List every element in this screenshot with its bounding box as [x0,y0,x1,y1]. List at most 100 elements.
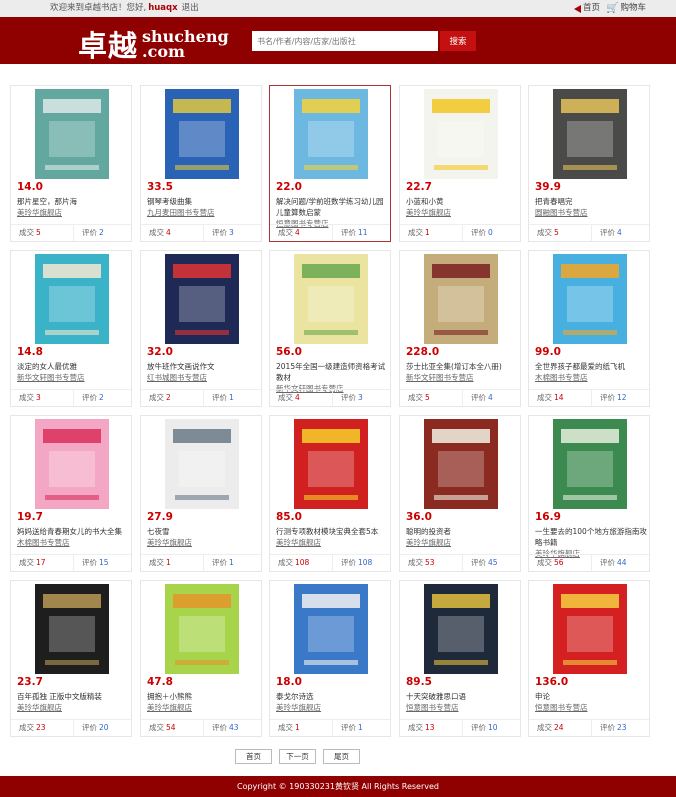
search-button[interactable]: 搜索 [440,31,476,51]
book-title[interactable]: 解决问题/学前班数学练习幼儿园儿童算数启蒙 [276,197,384,217]
reviews-count: 44 [617,558,627,567]
book-title[interactable]: 百年孤独 正版中文版精装 [17,692,102,701]
book-cover[interactable] [35,89,109,179]
home-link[interactable]: 首页 [574,0,600,17]
book-title[interactable]: 十天突破雅思口语 [406,692,466,701]
logout-link[interactable]: 退出 [182,3,199,13]
book-card[interactable]: 99.0 全世界孩子都最爱的纸飞机 木棉图书专营店 成交 14 评价 12 [528,250,650,407]
book-title[interactable]: 全世界孩子都最爱的纸飞机 [535,362,625,371]
book-card[interactable]: 85.0 行测专项教材模块宝典全套5本 美玲华旗舰店 成交 108 评价 108 [269,415,391,572]
book-card[interactable]: 18.0 泰戈尔诗选 美玲华旗舰店 成交 1 评价 1 [269,580,391,737]
book-card[interactable]: 56.0 2015年全国一级建造师资格考试教材 新华文轩图书专营店 成交 4 评价 3 [269,250,391,407]
book-title[interactable]: 拥抱＋小熊熊 [147,692,192,701]
book-card[interactable]: 14.0 那片星空，那片海 美玲华旗舰店 成交 5 评价 2 [10,85,132,242]
site-header: 卓越 shucheng.com 搜索 [0,17,676,64]
book-cover[interactable] [424,584,498,674]
book-cover[interactable] [165,419,239,509]
cart-link[interactable]: 🛒 购物车 [606,0,646,17]
book-price: 14.0 [17,181,43,193]
shop-link[interactable]: 美玲华旗舰店 [276,702,388,713]
shop-link[interactable]: 美玲华旗舰店 [406,537,518,548]
book-card[interactable]: 39.9 把青春唱完 圆融图书专营店 成交 5 评价 4 [528,85,650,242]
book-cover[interactable] [424,89,498,179]
book-title[interactable]: 钢琴考级曲集 [147,197,192,206]
book-title[interactable]: 小蓝和小黄 [406,197,444,206]
shop-link[interactable]: 红书城图书专营店 [147,372,259,383]
shop-link[interactable]: 美玲华旗舰店 [147,537,259,548]
book-cover[interactable] [165,89,239,179]
book-cover[interactable] [165,584,239,674]
shop-link[interactable]: 美玲华旗舰店 [406,207,518,218]
book-card[interactable]: 33.5 钢琴考级曲集 九月麦田图书专营店 成交 4 评价 3 [140,85,262,242]
book-card[interactable]: 228.0 莎士比亚全集(增订本全八册) 新华文轩图书专营店 成交 5 评价 4 [399,250,521,407]
book-title[interactable]: 行测专项教材模块宝典全套5本 [276,527,378,536]
book-cover[interactable] [294,419,368,509]
book-cover[interactable] [553,584,627,674]
book-title[interactable]: 七夜雪 [147,527,170,536]
book-card[interactable]: 32.0 放牛班作文画说作文 红书城图书专营店 成交 2 评价 1 [140,250,262,407]
book-title[interactable]: 莎士比亚全集(增订本全八册) [406,362,502,371]
book-cover[interactable] [553,419,627,509]
site-logo[interactable]: 卓越 shucheng .com [78,23,229,65]
book-card[interactable]: 36.0 聪明的投资者 美玲华旗舰店 成交 53 评价 45 [399,415,521,572]
last-page-button[interactable]: 尾页 [323,749,360,764]
deals-count: 4 [166,228,171,237]
shop-link[interactable]: 圆融图书专营店 [535,207,647,218]
book-price: 18.0 [276,676,302,688]
book-title[interactable]: 申论 [535,692,550,701]
book-title[interactable]: 妈妈送给青春期女儿的书大全集 [17,527,122,536]
book-card[interactable]: 22.7 小蓝和小黄 美玲华旗舰店 成交 1 评价 0 [399,85,521,242]
shop-link[interactable]: 美玲华旗舰店 [17,702,129,713]
book-title[interactable]: 聪明的投资者 [406,527,451,536]
book-cover[interactable] [294,584,368,674]
shop-link[interactable]: 新华文轩图书专营店 [406,372,518,383]
book-card[interactable]: 47.8 拥抱＋小熊熊 美玲华旗舰店 成交 54 评价 43 [140,580,262,737]
book-card[interactable]: 27.9 七夜雪 美玲华旗舰店 成交 1 评价 1 [140,415,262,572]
first-page-button[interactable]: 首页 [235,749,272,764]
book-title[interactable]: 泰戈尔诗选 [276,692,314,701]
next-page-button[interactable]: 下一页 [279,749,316,764]
book-card[interactable]: 89.5 十天突破雅思口语 恒意图书专营店 成交 13 评价 10 [399,580,521,737]
deals-label: 成交 [19,393,34,402]
book-cover[interactable] [294,89,368,179]
book-cover-image [35,254,109,344]
reviews-stat: 评价 3 [332,390,363,406]
shop-link[interactable]: 恒意图书专营店 [535,702,647,713]
shop-link[interactable]: 美玲华旗舰店 [276,537,388,548]
book-title[interactable]: 一生要去的100个地方旅游指南攻略书籍 [535,527,647,547]
book-cover[interactable] [35,419,109,509]
deals-label: 成交 [19,723,34,732]
shop-link[interactable]: 木棉图书专营店 [535,372,647,383]
shop-link[interactable]: 美玲华旗舰店 [17,207,129,218]
book-cover-image [424,254,498,344]
book-cover[interactable] [35,254,109,344]
book-cover[interactable] [294,254,368,344]
book-cover[interactable] [35,584,109,674]
shop-link[interactable]: 九月麦田图书专营店 [147,207,259,218]
search-input[interactable] [252,31,438,51]
book-title[interactable]: 把青春唱完 [535,197,573,206]
shop-link[interactable]: 美玲华旗舰店 [147,702,259,713]
book-cover-image [165,419,239,509]
book-title[interactable]: 2015年全国一级建造师资格考试教材 [276,362,385,382]
book-stats: 成交 1 评价 1 [141,554,261,571]
book-title[interactable]: 那片星空，那片海 [17,197,77,206]
book-card[interactable]: 16.9 一生要去的100个地方旅游指南攻略书籍 美玲华旗舰店 成交 56 评价 44 [528,415,650,572]
book-title[interactable]: 淡定的女人最优雅 [17,362,77,371]
shop-link[interactable]: 恒意图书专营店 [406,702,518,713]
shop-link[interactable]: 新华文轩图书专营店 [17,372,129,383]
book-card[interactable]: 14.8 淡定的女人最优雅 新华文轩图书专营店 成交 3 评价 2 [10,250,132,407]
book-cover[interactable] [165,254,239,344]
book-cover[interactable] [553,89,627,179]
book-card[interactable]: 23.7 百年孤独 正版中文版精装 美玲华旗舰店 成交 23 评价 20 [10,580,132,737]
book-cover[interactable] [424,419,498,509]
username-link[interactable]: huaqx [148,3,177,13]
book-card[interactable]: 22.0 解决问题/学前班数学练习幼儿园儿童算数启蒙 恒意图书专营店 成交 4 评价 11 [269,85,391,242]
book-card[interactable]: 19.7 妈妈送给青春期女儿的书大全集 木棉图书专营店 成交 17 评价 15 [10,415,132,572]
book-title[interactable]: 放牛班作文画说作文 [147,362,215,371]
book-card[interactable]: 136.0 申论 恒意图书专营店 成交 24 评价 23 [528,580,650,737]
shop-link[interactable]: 木棉图书专营店 [17,537,129,548]
deals-stat: 成交 13 [408,720,435,736]
book-cover[interactable] [424,254,498,344]
book-cover[interactable] [553,254,627,344]
